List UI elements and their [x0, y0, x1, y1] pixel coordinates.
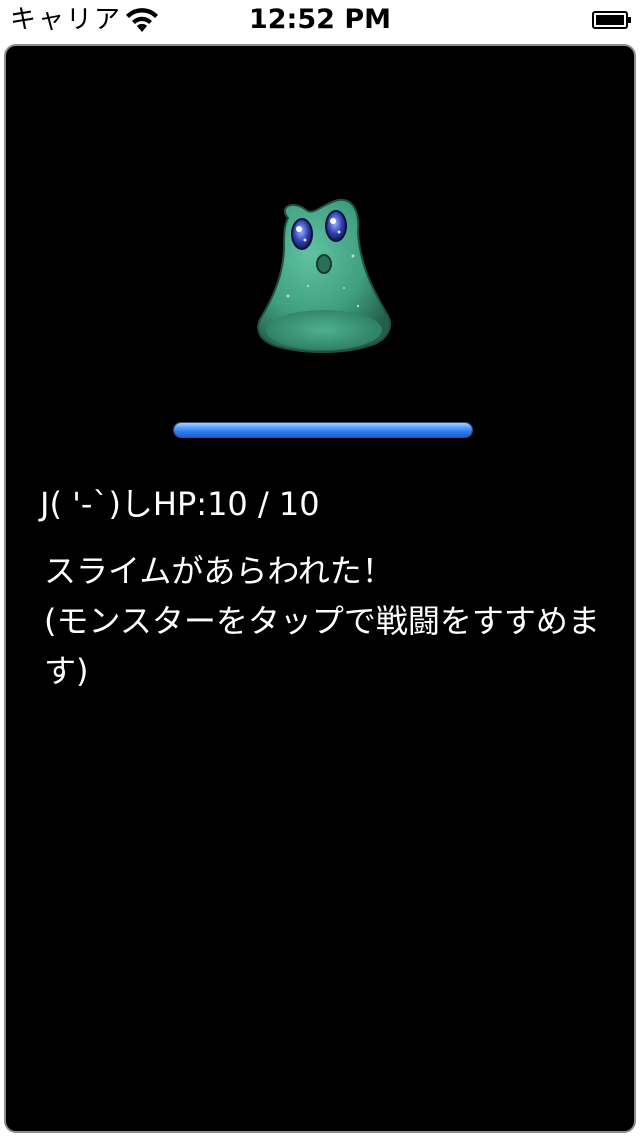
game-screen: J( '-`)しHP:10 / 10 スライムがあらわれた！ (モンスターをタッ…	[4, 44, 636, 1133]
battle-message: スライムがあらわれた！ (モンスターをタップで戦闘をすすめます)	[44, 546, 604, 696]
hp-bar	[173, 422, 473, 438]
message-line-1: スライムがあらわれた！	[44, 552, 394, 590]
slime-monster[interactable]	[248, 196, 398, 366]
hp-label: J( '-`)しHP:10 / 10	[40, 485, 320, 523]
battery-icon	[592, 11, 631, 29]
message-line-2: (モンスターをタップで戦闘をすすめます)	[44, 602, 600, 690]
hp-bar-fill	[174, 423, 472, 437]
status-bar: キャリア 12:52 PM	[0, 0, 640, 40]
status-time: 12:52 PM	[248, 4, 391, 35]
